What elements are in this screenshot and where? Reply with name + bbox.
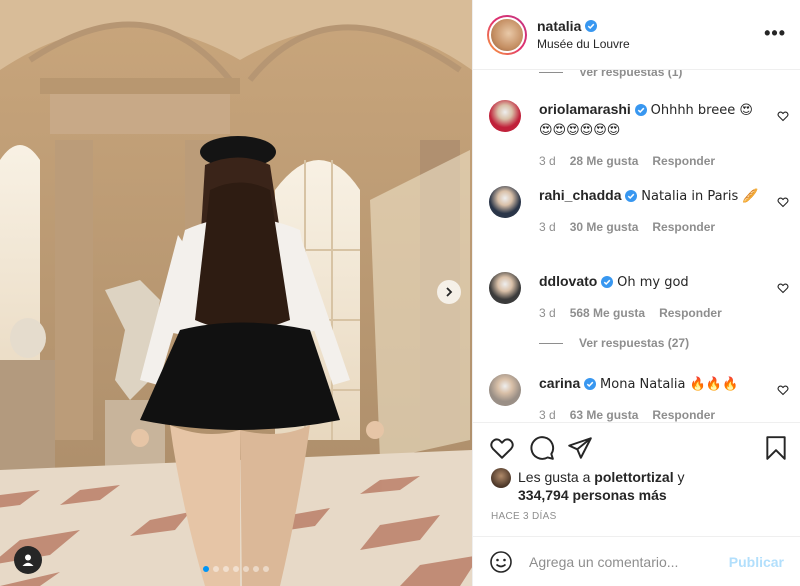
emoji-icon[interactable]: [489, 550, 513, 574]
share-icon[interactable]: [567, 435, 593, 461]
louvre-gallery-photo: [0, 0, 472, 586]
bookmark-icon[interactable]: [763, 435, 789, 461]
comment-likes[interactable]: 28 Me gusta: [570, 152, 639, 170]
chevron-right-icon: [446, 287, 453, 297]
liker-avatar[interactable]: [491, 468, 511, 488]
commenter-username[interactable]: rahi_chadda: [539, 187, 621, 203]
comment-time[interactable]: 3 d: [539, 152, 556, 170]
comment-text: Oh my god: [617, 275, 689, 290]
commenter-avatar[interactable]: [489, 186, 521, 218]
post-side-panel: natalia Musée du Louvre ••• Ver respuest…: [472, 0, 800, 586]
view-replies-label: Ver respuestas (27): [579, 336, 690, 350]
comment-text-continued: 😍😍😍😍😍😍: [539, 123, 621, 138]
comment-likes[interactable]: 63 Me gusta: [570, 406, 639, 422]
commenter-username[interactable]: oriolamarashi: [539, 101, 631, 117]
comment-time[interactable]: 3 d: [539, 218, 556, 236]
comment-heart-icon[interactable]: [777, 196, 789, 208]
likes-prefix: Les gusta a: [518, 469, 591, 485]
view-replies-button[interactable]: Ver respuestas (1): [539, 70, 682, 79]
comment-text: Ohhhh breee 😍: [650, 103, 753, 118]
commenter-avatar[interactable]: [489, 272, 521, 304]
author-username-text[interactable]: natalia: [537, 18, 581, 34]
comment-meta: 3 d 28 Me gusta Responder: [539, 152, 789, 170]
heart-icon[interactable]: [489, 435, 515, 461]
comments-list: Ver respuestas (1) oriolamarashi Ohhhh br…: [473, 70, 800, 422]
commenter-avatar[interactable]: [489, 100, 521, 132]
comment-likes[interactable]: 568 Me gusta: [570, 304, 645, 322]
comment-text: Natalia in Paris 🥖: [641, 189, 759, 204]
comment-item: carina Mona Natalia 🔥🔥🔥 3 d 63 Me gusta Res…: [489, 374, 789, 422]
comment-meta: 3 d 568 Me gusta Responder: [539, 304, 789, 322]
author-username[interactable]: natalia: [537, 18, 630, 34]
comment-meta: 3 d 30 Me gusta Responder: [539, 218, 789, 236]
likes-conjunction: y: [677, 469, 685, 485]
comment-likes[interactable]: 30 Me gusta: [570, 218, 639, 236]
verified-badge-icon: [634, 104, 647, 117]
comment-item: rahi_chadda Natalia in Paris 🥖 3 d 30 Me g…: [489, 186, 789, 236]
comment-time[interactable]: 3 d: [539, 304, 556, 322]
more-options-icon[interactable]: •••: [764, 24, 786, 42]
action-bar: [473, 422, 800, 472]
author-avatar[interactable]: [487, 14, 527, 55]
carousel-dot: [243, 566, 249, 572]
likes-count[interactable]: 334,794 personas más: [518, 487, 667, 503]
reply-button[interactable]: Responder: [652, 218, 715, 236]
commenter-avatar[interactable]: [489, 374, 521, 406]
comment-text: Mona Natalia 🔥🔥🔥: [600, 377, 739, 392]
commenter-username[interactable]: carina: [539, 375, 580, 391]
post-timestamp[interactable]: HACE 3 DÍAS: [491, 511, 557, 522]
comment-heart-icon[interactable]: [777, 282, 789, 294]
comment-input[interactable]: [529, 553, 729, 570]
carousel-dot: [233, 566, 239, 572]
comment-time[interactable]: 3 d: [539, 406, 556, 422]
likes-summary: Les gusta a polettortizal y 334,794 pers…: [491, 468, 791, 504]
carousel-dot: [263, 566, 269, 572]
publish-button[interactable]: Publicar: [729, 554, 784, 570]
comment-meta: 3 d 63 Me gusta Responder: [539, 406, 789, 422]
verified-badge-icon: [585, 20, 598, 32]
comment-heart-icon[interactable]: [777, 384, 789, 396]
carousel-dot: [203, 566, 209, 572]
post-location[interactable]: Musée du Louvre: [537, 37, 630, 51]
verified-badge-icon: [584, 378, 597, 391]
comment-item: oriolamarashi Ohhhh breee 😍 😍😍😍😍😍😍 3 d 28 M…: [489, 100, 789, 170]
user-tag-icon: [22, 554, 34, 566]
verified-badge-icon: [601, 276, 614, 289]
verified-badge-icon: [625, 190, 638, 203]
post-header: natalia Musée du Louvre •••: [473, 0, 800, 70]
reply-button[interactable]: Responder: [652, 406, 715, 422]
comment-heart-icon[interactable]: [777, 110, 789, 122]
carousel-dot: [223, 566, 229, 572]
carousel-indicator: [0, 566, 472, 572]
reply-button[interactable]: Responder: [659, 304, 722, 322]
view-replies-label: Ver respuestas (1): [579, 70, 683, 79]
comment-icon[interactable]: [529, 435, 555, 461]
add-comment-bar: Publicar: [473, 536, 800, 586]
comment-item: ddlovato Oh my god 3 d 568 Me gusta Respond…: [489, 272, 789, 322]
carousel-next-button[interactable]: [437, 280, 461, 304]
view-replies-button[interactable]: Ver respuestas (27): [539, 336, 689, 350]
replies-line: [539, 71, 563, 73]
replies-line: [539, 342, 563, 344]
liker-username[interactable]: polettortizal: [594, 469, 673, 485]
commenter-username[interactable]: ddlovato: [539, 273, 597, 289]
reply-button[interactable]: Responder: [652, 152, 715, 170]
carousel-dot: [213, 566, 219, 572]
carousel-dot: [253, 566, 259, 572]
post-photo[interactable]: [0, 0, 472, 586]
